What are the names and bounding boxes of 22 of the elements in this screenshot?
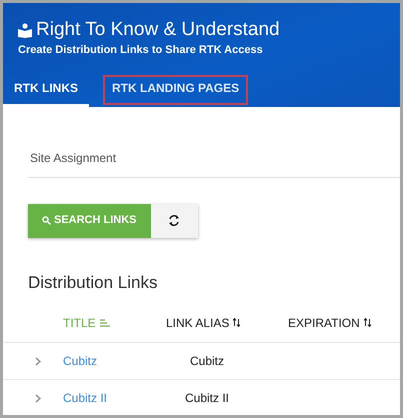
column-header[interactable]: LINK ALIAS [166,314,288,332]
app-title: Right To Know & Understand [36,19,280,41]
section-title: Distribution Links [28,272,158,294]
sort-icon [364,318,371,327]
tab[interactable]: RTK LANDING PAGES [101,72,250,106]
book-icon [18,22,32,38]
title-link[interactable]: Cubitz II [63,391,108,405]
expand-chevron-icon[interactable] [35,356,41,366]
column-header[interactable]: TITLE [63,314,166,332]
search-icon [42,216,51,225]
column-header[interactable]: EXPIRATION [288,314,371,332]
tab[interactable]: RTK LINKS [3,72,89,106]
search-links-button[interactable]: SEARCH LINKS [28,204,151,238]
title-link[interactable]: Cubitz [63,354,98,368]
expand-chevron-icon[interactable] [35,394,41,402]
sort-icon [100,318,110,326]
alias-cell: Cubitz II [184,391,229,405]
sort-icon [233,318,240,327]
refresh-button[interactable] [150,204,198,238]
refresh-icon [168,214,180,227]
alias-cell: Cubitz [190,354,224,368]
app-subtitle: Create Distribution Links to Share RTK Access [17,43,264,58]
